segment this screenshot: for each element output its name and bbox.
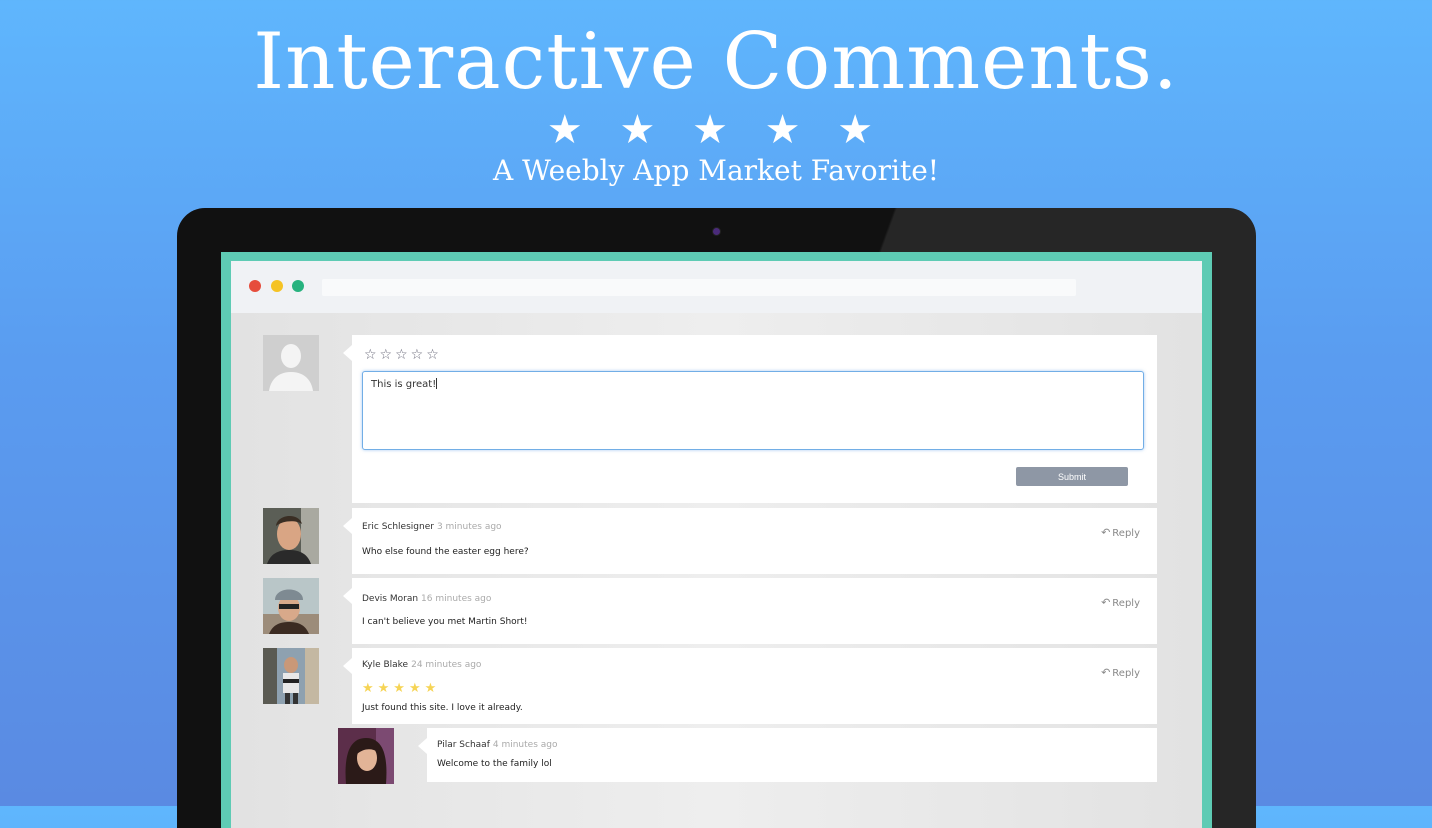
comment-meta: Eric Schlesigner 3 minutes ago bbox=[362, 522, 502, 532]
comment-card: Devis Moran 16 minutes ago I can't believ… bbox=[343, 578, 1157, 644]
laptop-screen: ☆☆☆☆☆ This is great! Submit Eric Schlesi… bbox=[221, 252, 1212, 828]
avatar bbox=[263, 508, 319, 564]
reply-button[interactable]: ↶ Reply bbox=[1101, 666, 1140, 679]
rating-input[interactable]: ☆☆☆☆☆ bbox=[364, 347, 442, 363]
comment-text: Just found this site. I love it already. bbox=[362, 703, 523, 713]
comment-meta: Devis Moran 16 minutes ago bbox=[362, 594, 491, 604]
browser-window: ☆☆☆☆☆ This is great! Submit Eric Schlesi… bbox=[231, 261, 1202, 828]
avatar bbox=[263, 648, 319, 704]
reply-label: Reply bbox=[1112, 598, 1140, 609]
avatar bbox=[263, 578, 319, 634]
reply-button[interactable]: ↶ Reply bbox=[1101, 526, 1140, 539]
comment-time: 24 minutes ago bbox=[411, 660, 482, 670]
comment-card: Eric Schlesigner 3 minutes ago Who else f… bbox=[343, 508, 1157, 574]
reply-comment-card: Pilar Schaaf 4 minutes ago Welcome to the… bbox=[418, 728, 1157, 782]
reply-icon: ↶ bbox=[1101, 596, 1111, 609]
comment-text: This is great! bbox=[371, 379, 437, 390]
comment-time: 4 minutes ago bbox=[492, 740, 558, 750]
browser-toolbar bbox=[231, 261, 1202, 313]
comment-textarea[interactable]: This is great! bbox=[362, 371, 1144, 450]
avatar bbox=[338, 728, 394, 784]
comments-widget: ☆☆☆☆☆ This is great! Submit Eric Schlesi… bbox=[231, 313, 1202, 828]
comment-author[interactable]: Devis Moran bbox=[362, 594, 418, 604]
reply-icon: ↶ bbox=[1101, 526, 1111, 539]
maximize-window-button[interactable] bbox=[292, 280, 304, 292]
hero-stars: ★ ★ ★ ★ ★ bbox=[546, 107, 886, 153]
comment-text: Welcome to the family lol bbox=[437, 759, 552, 769]
comment-rating: ★★★★★ bbox=[362, 681, 441, 696]
comment-card: Kyle Blake 24 minutes ago ★★★★★ Just foun… bbox=[343, 648, 1157, 724]
comment-author[interactable]: Pilar Schaaf bbox=[437, 740, 490, 750]
hero-title: Interactive Comments. bbox=[253, 17, 1179, 107]
reply-icon: ↶ bbox=[1101, 666, 1111, 679]
address-bar[interactable] bbox=[322, 279, 1076, 296]
comment-author[interactable]: Kyle Blake bbox=[362, 660, 408, 670]
reply-button[interactable]: ↶ Reply bbox=[1101, 596, 1140, 609]
webcam-icon bbox=[713, 228, 720, 235]
text-caret bbox=[436, 378, 438, 389]
comment-meta: Pilar Schaaf 4 minutes ago bbox=[437, 740, 558, 750]
minimize-window-button[interactable] bbox=[271, 280, 283, 292]
comment-text: Who else found the easter egg here? bbox=[362, 547, 529, 557]
default-avatar-icon bbox=[263, 335, 319, 391]
comment-time: 3 minutes ago bbox=[436, 522, 502, 532]
close-window-button[interactable] bbox=[249, 280, 261, 292]
hero-subtitle: A Weebly App Market Favorite! bbox=[492, 154, 940, 187]
compose-card: ☆☆☆☆☆ This is great! Submit bbox=[343, 335, 1157, 503]
submit-button[interactable]: Submit bbox=[1016, 467, 1128, 486]
comment-text: I can't believe you met Martin Short! bbox=[362, 617, 528, 627]
comment-author[interactable]: Eric Schlesigner bbox=[362, 522, 434, 532]
laptop-frame: ☆☆☆☆☆ This is great! Submit Eric Schlesi… bbox=[177, 208, 1256, 828]
comment-meta: Kyle Blake 24 minutes ago bbox=[362, 660, 481, 670]
reply-label: Reply bbox=[1112, 528, 1140, 539]
comment-time: 16 minutes ago bbox=[421, 594, 492, 604]
reply-label: Reply bbox=[1112, 668, 1140, 679]
